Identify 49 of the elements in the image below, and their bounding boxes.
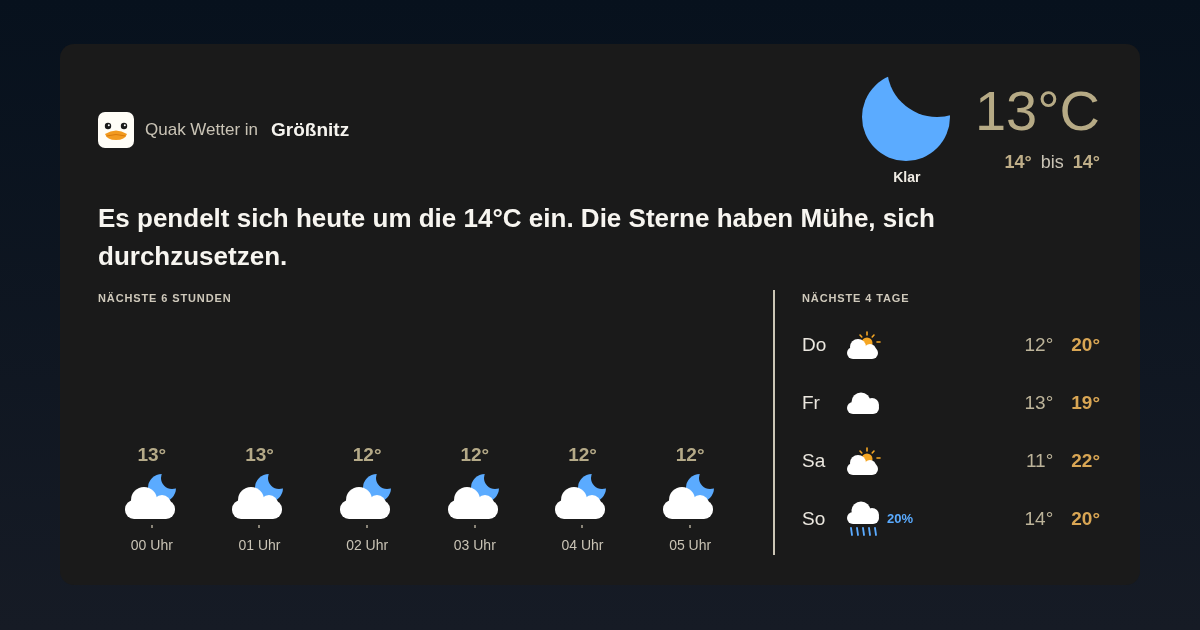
rain-cloud-icon: [847, 501, 881, 537]
day-low-temperature: 14°: [1024, 507, 1054, 531]
hour-label: 03 Uhr: [453, 536, 496, 555]
hour-label: 01 Uhr: [238, 536, 281, 555]
sun-cloud-icon: [847, 331, 881, 359]
moon-icon: [861, 73, 952, 161]
location-name: Größnitz: [271, 119, 350, 141]
hour-temperature: 13°: [245, 443, 274, 467]
hour-temperature: 12°: [568, 443, 597, 467]
tick-mark-icon: [473, 525, 476, 528]
tick-mark-icon: [689, 525, 692, 528]
hour-label: 04 Uhr: [561, 536, 604, 555]
low-temperature: 14°: [1004, 151, 1032, 173]
current-temperature: 13°C: [974, 83, 1100, 139]
range-word: bis: [1040, 151, 1064, 173]
hour-label: 02 Uhr: [346, 536, 389, 555]
day-low-temperature: 11°: [1025, 449, 1054, 473]
forecast-summary: Es pendelt sich heute um die 14°C ein. Die Sterne haben Mühe, sich durchzusetzen.: [98, 202, 936, 273]
hour-label: 00 Uhr: [130, 536, 173, 555]
high-temperature: 14°: [1072, 151, 1100, 173]
cloud-moon-icon: [124, 473, 179, 519]
condition-label: Klar: [893, 168, 921, 186]
section-title: NÄCHSTE 4 TAGE: [802, 291, 911, 305]
hour-label: 05 Uhr: [669, 536, 712, 555]
day-high-temperature: 20°: [1071, 507, 1100, 531]
tick-mark-icon: [581, 525, 584, 528]
day-high-temperature: 20°: [1071, 333, 1100, 357]
hour-temperature: 12°: [675, 443, 705, 467]
day-name: So: [802, 507, 827, 531]
day-high-temperature: 22°: [1071, 449, 1100, 473]
day-name: Fr: [802, 391, 821, 415]
day-low-temperature: 13°: [1024, 391, 1054, 415]
day-high-temperature: 19°: [1071, 391, 1100, 415]
tick-mark-icon: [366, 525, 369, 528]
cloud-moon-icon: [447, 473, 502, 519]
day-name: Sa: [802, 449, 827, 473]
day-name: Do: [802, 333, 828, 357]
hour-temperature: 13°: [137, 443, 167, 467]
precipitation-chance: 20%: [887, 510, 914, 528]
cloud-icon: [847, 392, 881, 414]
hour-temperature: 12°: [460, 443, 490, 467]
section-title: NÄCHSTE 6 STUNDEN: [98, 291, 233, 305]
tick-mark-icon: [150, 525, 153, 528]
duck-logo-icon: [98, 112, 134, 148]
tick-mark-icon: [258, 525, 261, 528]
brand-label: Quak Wetter in: [145, 119, 259, 141]
sun-cloud-icon: [847, 447, 881, 475]
day-low-temperature: 12°: [1024, 333, 1054, 357]
hour-temperature: 12°: [352, 443, 382, 467]
